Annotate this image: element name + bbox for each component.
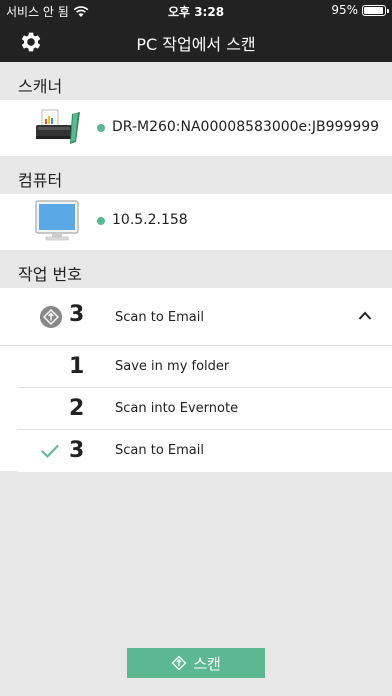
computer-status-dot <box>97 217 105 225</box>
scanner-row[interactable]: DR-M260:NA00008583000e:JB999999 <box>0 100 392 156</box>
scanner-name: DR-M260:NA00008583000e:JB999999 <box>112 119 380 135</box>
selected-job-label: Scan to Email <box>115 310 204 325</box>
nav-bar: PC 작업에서 스캔 <box>0 20 392 62</box>
battery-icon <box>362 4 389 16</box>
monitor-icon <box>35 200 79 241</box>
section-header-computer: 컴퓨터 <box>0 156 392 194</box>
chevron-up-icon[interactable] <box>358 310 372 322</box>
status-bar: 서비스 안 됨 오후 3:28 95% <box>0 0 392 20</box>
job-item-number: 1 <box>69 354 85 379</box>
job-item-label: Scan into Evernote <box>115 401 239 416</box>
section-header-scanner: 스캐너 <box>0 62 392 100</box>
job-item-number: 3 <box>69 438 85 463</box>
scanner-icon <box>36 109 80 144</box>
job-item[interactable]: 2 Scan into Evernote <box>18 388 392 430</box>
scan-job-icon <box>40 306 62 328</box>
section-header-job: 작업 번호 <box>0 250 392 288</box>
job-item-label: Scan to Email <box>115 443 204 458</box>
computer-row[interactable]: 10.5.2.158 <box>0 194 392 250</box>
job-item[interactable]: 3 Scan to Email <box>18 430 392 472</box>
battery-percent: 95% <box>331 3 358 17</box>
scan-button-label: 스캔 <box>193 655 221 673</box>
scanner-status-dot <box>97 124 105 132</box>
scan-icon <box>171 655 187 671</box>
selected-job-number: 3 <box>69 302 85 327</box>
scan-button[interactable]: 스캔 <box>127 648 265 678</box>
job-item-number: 2 <box>69 396 85 421</box>
job-selector[interactable]: 3 Scan to Email <box>0 288 392 346</box>
job-item[interactable]: 1 Save in my folder <box>18 346 392 388</box>
computer-ip: 10.5.2.158 <box>112 212 188 228</box>
page-title: PC 작업에서 스캔 <box>136 35 256 54</box>
checkmark-icon <box>41 444 59 458</box>
job-item-label: Save in my folder <box>115 359 230 374</box>
